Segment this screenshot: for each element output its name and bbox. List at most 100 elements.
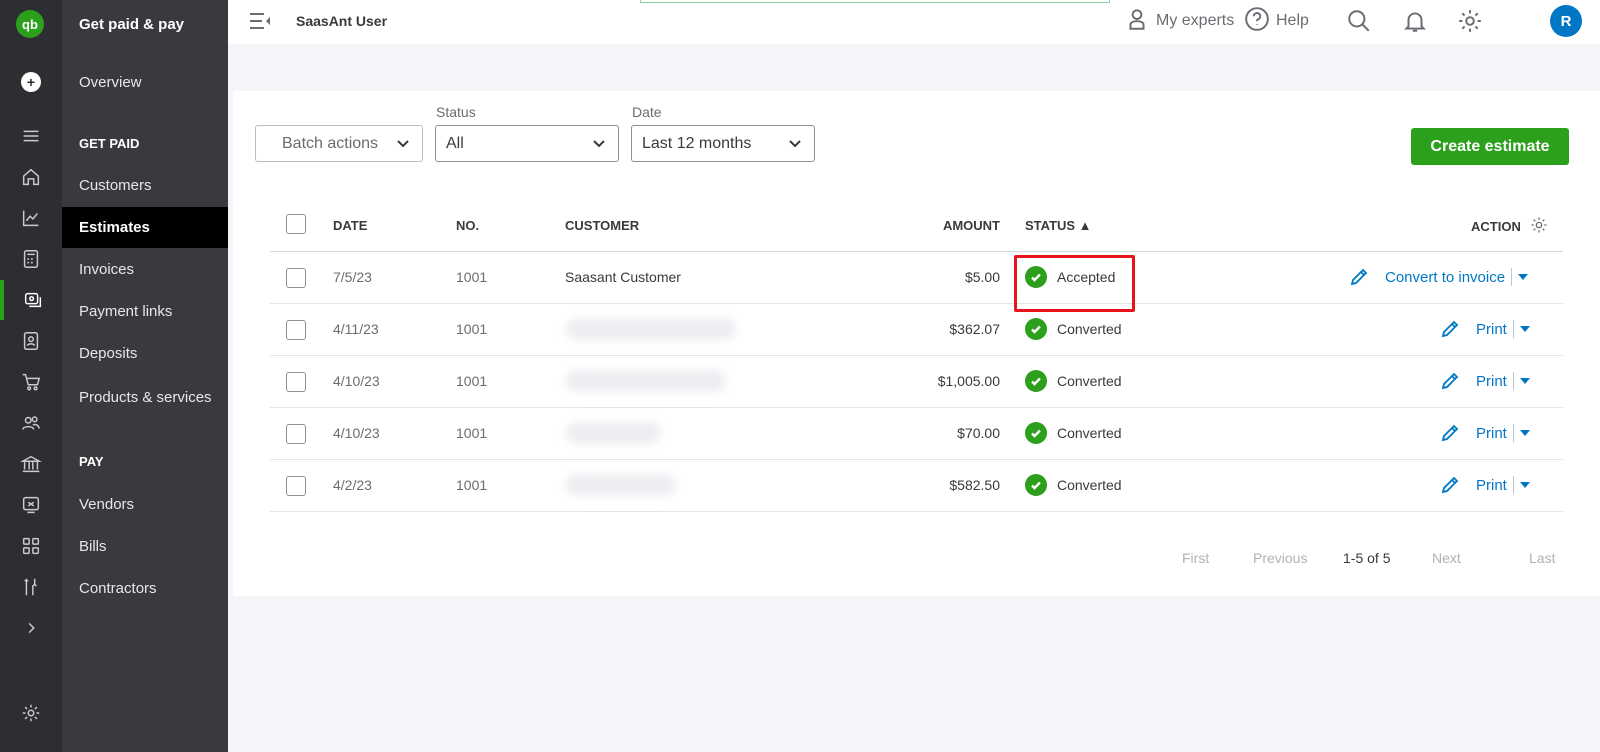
nav-item-vendors[interactable]: Vendors (79, 496, 134, 513)
cart-icon[interactable] (0, 362, 62, 402)
gear-icon[interactable] (1457, 0, 1483, 42)
row-checkbox[interactable] (286, 372, 306, 392)
column-status[interactable]: STATUS ▲ (1025, 218, 1092, 233)
create-estimate-button[interactable]: Create estimate (1411, 128, 1569, 165)
collapse-menu-icon[interactable] (248, 10, 272, 32)
help-icon (1244, 6, 1270, 37)
nav-item-overview[interactable]: Overview (79, 74, 142, 91)
row-date: 7/5/23 (333, 269, 372, 285)
row-checkbox[interactable] (286, 320, 306, 340)
home-icon[interactable] (0, 157, 62, 197)
caret-down-icon[interactable] (1519, 326, 1530, 332)
column-no[interactable]: NO. (456, 218, 479, 233)
highlight-annotation (1014, 255, 1135, 312)
billing-icon[interactable] (0, 280, 62, 320)
caret-down-icon[interactable] (1519, 482, 1530, 488)
chart-icon[interactable] (0, 198, 62, 238)
redacted-customer (566, 422, 661, 444)
column-date[interactable]: DATE (333, 218, 367, 233)
date-filter-dropdown[interactable]: Last 12 months (631, 125, 815, 162)
contacts-icon[interactable] (0, 321, 62, 361)
row-action[interactable]: Print (1440, 371, 1530, 391)
calculator-icon[interactable] (0, 239, 62, 279)
print-link[interactable]: Print (1476, 477, 1507, 494)
status-filter-label: Status (436, 104, 476, 120)
table-row[interactable]: 4/10/23 1001 $70.00 Converted Print (270, 408, 1563, 460)
row-action[interactable]: Print (1440, 319, 1530, 339)
nav-item-bills[interactable]: Bills (79, 538, 107, 555)
nav-item-invoices[interactable]: Invoices (79, 261, 134, 278)
help-button[interactable]: Help (1244, 0, 1309, 42)
status-filter-dropdown[interactable]: All (435, 125, 619, 162)
nav-item-payment-links[interactable]: Payment links (79, 303, 172, 320)
action-separator (1512, 424, 1514, 442)
bank-icon[interactable] (0, 444, 62, 484)
edit-pencil-icon[interactable] (1440, 475, 1460, 495)
settings-icon[interactable] (0, 693, 62, 733)
caret-down-icon[interactable] (1519, 430, 1530, 436)
pager-next[interactable]: Next (1432, 550, 1461, 566)
edit-pencil-icon[interactable] (1440, 423, 1460, 443)
top-bar: SaasAnt User My experts Help R (228, 0, 1600, 44)
action-separator (1511, 268, 1513, 286)
nav-item-estimates[interactable]: Estimates (79, 219, 150, 236)
pager-previous[interactable]: Previous (1253, 550, 1307, 566)
notification-banner-edge (640, 0, 1110, 3)
print-link[interactable]: Print (1476, 321, 1507, 338)
quickbooks-logo[interactable]: qb (16, 10, 44, 38)
row-action[interactable]: Print (1440, 423, 1530, 443)
batch-actions-label: Batch actions (282, 134, 379, 152)
row-date: 4/10/23 (333, 373, 380, 389)
nav-item-products-services[interactable]: Products & services (79, 389, 212, 406)
caret-down-icon[interactable] (1518, 274, 1529, 280)
search-icon[interactable] (1346, 0, 1372, 42)
column-amount[interactable]: AMOUNT (942, 218, 1000, 233)
menu-icon[interactable] (0, 116, 62, 156)
convert-to-invoice-link[interactable]: Convert to invoice (1385, 269, 1505, 286)
nav-item-contractors[interactable]: Contractors (79, 580, 157, 597)
chevron-right-icon[interactable] (0, 608, 62, 648)
table-row[interactable]: 4/10/23 1001 $1,005.00 Converted Print (270, 356, 1563, 408)
table-row[interactable]: 4/2/23 1001 $582.50 Converted Print (270, 460, 1563, 512)
caret-down-icon[interactable] (1519, 378, 1530, 384)
my-experts-button[interactable]: My experts (1124, 0, 1234, 42)
row-amount: $70.00 (957, 425, 1000, 441)
status-badge: Converted (1025, 370, 1122, 392)
new-button[interactable]: + (21, 72, 41, 92)
table-settings-gear-icon[interactable] (1530, 216, 1548, 234)
bell-icon[interactable] (1402, 0, 1428, 42)
people-icon[interactable] (0, 403, 62, 443)
column-customer[interactable]: CUSTOMER (565, 218, 639, 233)
nav-item-deposits[interactable]: Deposits (79, 345, 137, 362)
apps-icon[interactable] (0, 526, 62, 566)
nav-item-customers[interactable]: Customers (79, 177, 152, 194)
check-circle-icon (1025, 422, 1047, 444)
table-row[interactable]: 7/5/23 1001 Saasant Customer $5.00 Accep… (270, 252, 1563, 304)
table-row[interactable]: 4/11/23 1001 $362.07 Converted Print (270, 304, 1563, 356)
status-badge: Converted (1025, 318, 1122, 340)
column-action: ACTION (1471, 219, 1521, 234)
row-checkbox[interactable] (286, 424, 306, 444)
edit-pencil-icon[interactable] (1440, 319, 1460, 339)
row-action[interactable]: Convert to invoice (1349, 267, 1529, 287)
receipt-icon[interactable] (0, 485, 62, 525)
edit-pencil-icon[interactable] (1440, 371, 1460, 391)
batch-actions-dropdown[interactable]: Batch actions (255, 125, 423, 162)
row-checkbox[interactable] (286, 476, 306, 496)
row-checkbox[interactable] (286, 268, 306, 288)
pager-last[interactable]: Last (1529, 550, 1555, 566)
nav-panel: Get paid & pay Overview GET PAID Custome… (62, 0, 228, 752)
print-link[interactable]: Print (1476, 373, 1507, 390)
print-link[interactable]: Print (1476, 425, 1507, 442)
chevron-down-icon (592, 137, 606, 151)
status-badge: Converted (1025, 474, 1122, 496)
row-customer: Saasant Customer (565, 269, 681, 285)
edit-pencil-icon[interactable] (1349, 267, 1369, 287)
select-all-checkbox[interactable] (286, 214, 306, 234)
date-filter-label: Date (632, 104, 662, 120)
row-action[interactable]: Print (1440, 475, 1530, 495)
status-text: Converted (1057, 321, 1122, 337)
tools-icon[interactable] (0, 567, 62, 607)
avatar[interactable]: R (1550, 5, 1582, 37)
pager-first[interactable]: First (1182, 550, 1209, 566)
